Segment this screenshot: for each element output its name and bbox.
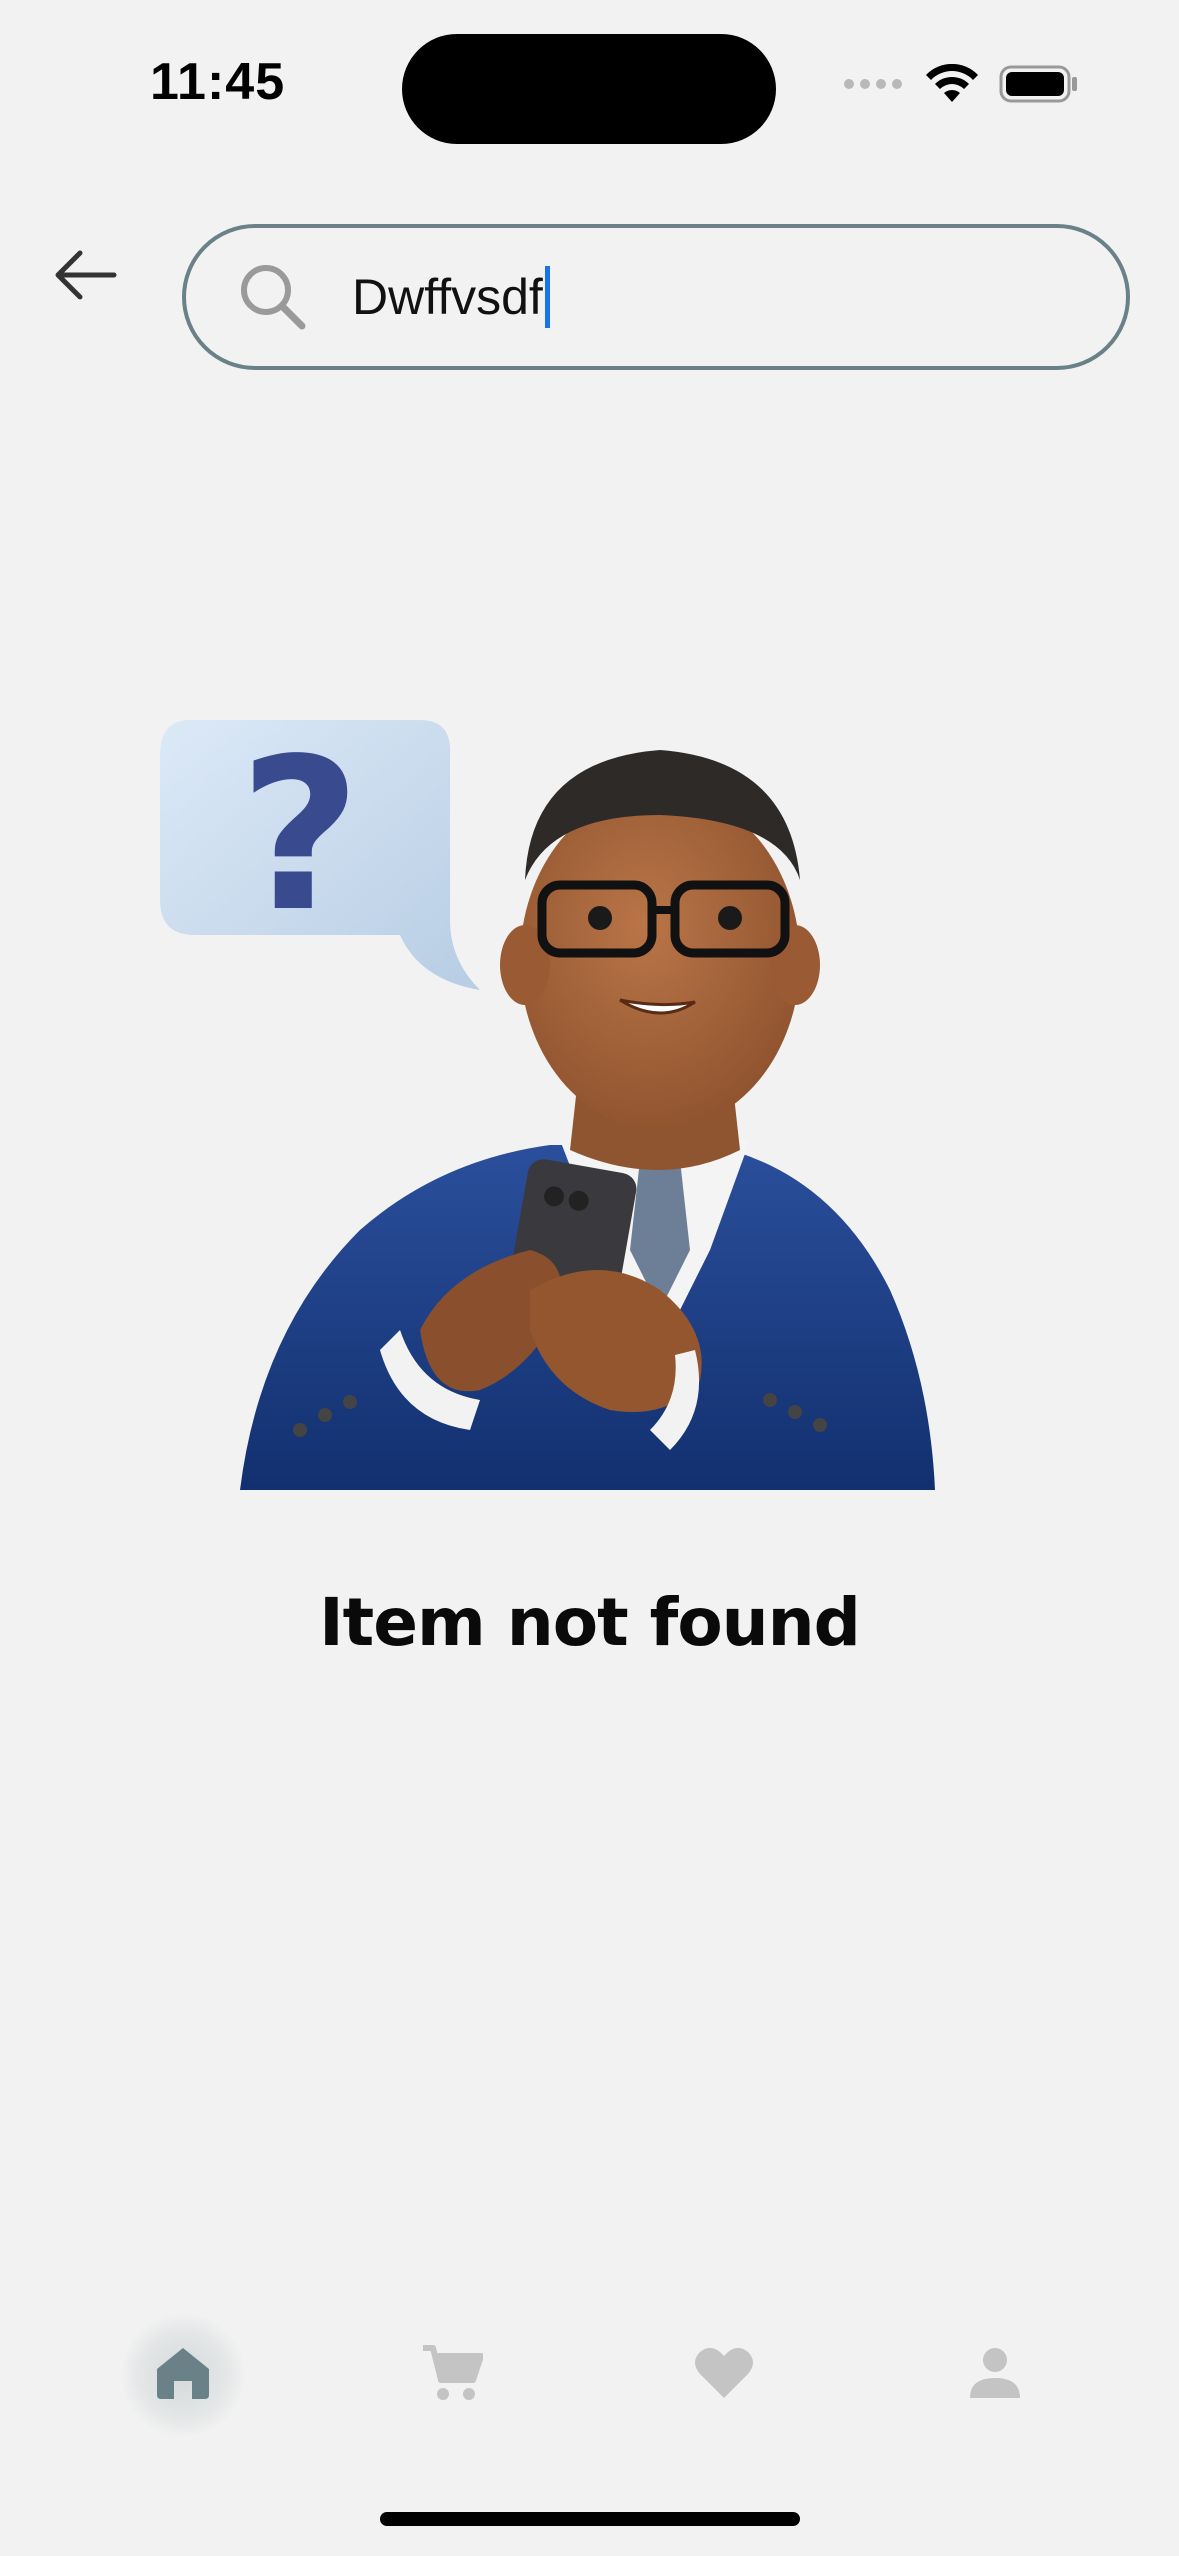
bottom-navigation — [0, 2300, 1179, 2450]
home-indicator[interactable] — [380, 2512, 800, 2526]
person-icon — [968, 2346, 1022, 2405]
search-field[interactable]: Dwffvsdf — [182, 224, 1130, 370]
wifi-icon — [925, 63, 979, 109]
nav-cart[interactable] — [377, 2300, 527, 2450]
status-time: 11:45 — [150, 53, 286, 111]
search-icon — [238, 262, 308, 332]
search-results-screen: 11:45 Dwffvsdf ? Item not found — [0, 0, 1179, 2556]
svg-text:?: ? — [239, 713, 361, 958]
text-caret — [544, 266, 550, 328]
nav-favorites[interactable] — [649, 2300, 799, 2450]
cart-icon — [421, 2344, 484, 2407]
heart-icon — [694, 2346, 754, 2405]
search-input-value: Dwffvsdf — [352, 269, 543, 325]
nav-profile[interactable] — [920, 2300, 1070, 2450]
signal-icon — [843, 77, 905, 96]
empty-state-title: Item not found — [319, 1584, 861, 1661]
nav-home[interactable] — [108, 2300, 258, 2450]
empty-state-illustration: ? — [150, 690, 1050, 1490]
back-button[interactable] — [48, 240, 122, 314]
battery-icon — [999, 64, 1079, 109]
question-bubble-icon: ? — [160, 713, 480, 990]
home-icon — [154, 2345, 212, 2406]
dynamic-island — [402, 34, 776, 144]
search-input[interactable]: Dwffvsdf — [352, 266, 550, 328]
arrow-left-icon — [52, 249, 118, 306]
status-icons — [843, 63, 1079, 109]
